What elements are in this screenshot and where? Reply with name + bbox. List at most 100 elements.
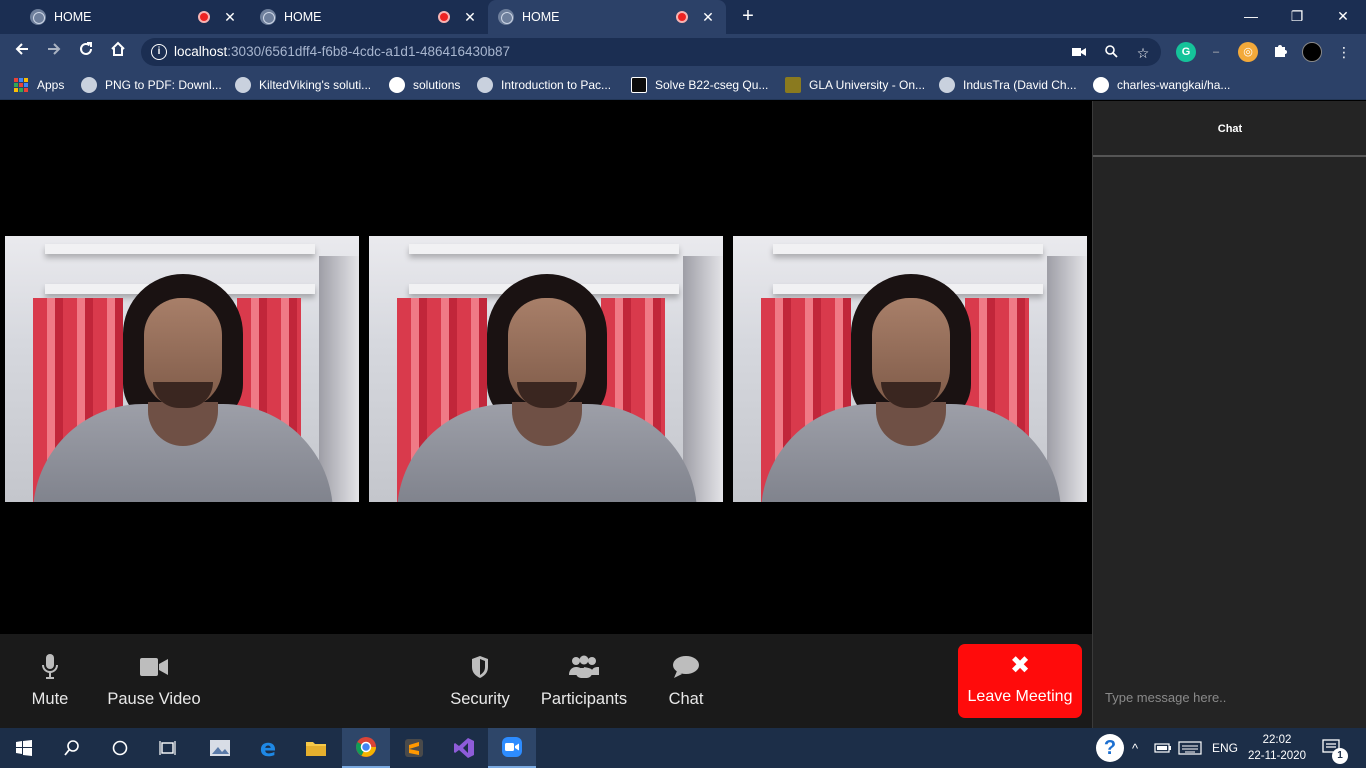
recording-indicator-icon bbox=[198, 11, 210, 23]
url-path: :3030/6561dff4-f6b8-4cdc-a1d1-486416430b… bbox=[227, 44, 511, 59]
globe-icon bbox=[498, 9, 514, 25]
restore-window-button[interactable]: ❐ bbox=[1274, 0, 1320, 32]
gla-icon bbox=[785, 77, 801, 93]
video-grid bbox=[0, 101, 1092, 634]
notifications-icon[interactable]: 1 bbox=[1322, 728, 1348, 768]
grammarly-icon[interactable]: G bbox=[1176, 42, 1196, 62]
chrome-icon[interactable] bbox=[342, 728, 390, 768]
reload-icon bbox=[80, 42, 92, 55]
new-tab-button[interactable]: + bbox=[737, 6, 759, 28]
profile-avatar[interactable] bbox=[1302, 42, 1322, 62]
bookmark-kiltedviking[interactable]: KiltedViking's soluti... bbox=[235, 76, 371, 94]
bookmark-label: KiltedViking's soluti... bbox=[259, 78, 372, 92]
windows-taskbar: e ? ^ ENG 22:02 22-11-2020 1 bbox=[0, 728, 1366, 768]
help-icon[interactable]: ? bbox=[1096, 728, 1124, 768]
zoom-icon[interactable] bbox=[1102, 44, 1120, 62]
home-button[interactable] bbox=[106, 40, 130, 64]
browser-tab-2[interactable]: HOME ✕ bbox=[248, 0, 488, 34]
bookmark-introduction[interactable]: Introduction to Pac... bbox=[477, 76, 611, 94]
chat-label: Chat bbox=[668, 690, 704, 708]
glasses-icon[interactable]: ◎ bbox=[1238, 42, 1258, 62]
photos-icon[interactable] bbox=[196, 728, 244, 768]
bookmark-label: charles-wangkai/ha... bbox=[1117, 78, 1231, 92]
video-tile-1 bbox=[5, 236, 359, 502]
video-tile-2 bbox=[369, 236, 723, 502]
close-tab-icon[interactable]: ✕ bbox=[462, 9, 478, 26]
sublime-text-icon[interactable] bbox=[390, 728, 438, 768]
video-camera-icon bbox=[140, 654, 168, 680]
security-label: Security bbox=[450, 690, 510, 708]
leave-meeting-button[interactable]: ✖ Leave Meeting bbox=[958, 644, 1082, 718]
leave-meeting-label: Leave Meeting bbox=[967, 688, 1073, 705]
bookmark-gla-university[interactable]: GLA University - On... bbox=[785, 76, 925, 94]
meeting-control-bar: Mute Pause Video Security Participants C… bbox=[0, 634, 1092, 728]
forward-button[interactable] bbox=[42, 40, 66, 64]
globe-icon bbox=[81, 77, 97, 93]
file-explorer-icon[interactable] bbox=[292, 728, 340, 768]
recording-indicator-icon bbox=[676, 11, 688, 23]
home-icon bbox=[111, 41, 125, 56]
battery-icon[interactable] bbox=[1154, 728, 1172, 768]
address-bar[interactable]: i localhost:3030/6561dff4-f6b8-4cdc-a1d1… bbox=[141, 38, 1161, 66]
bookmark-solutions[interactable]: solutions bbox=[389, 76, 460, 94]
url-host: localhost bbox=[174, 44, 228, 59]
visual-studio-icon[interactable] bbox=[440, 728, 488, 768]
bookmark-label: Solve B22-cseg Qu... bbox=[655, 78, 769, 92]
star-icon[interactable]: ☆ bbox=[1134, 44, 1152, 62]
globe-icon bbox=[477, 77, 493, 93]
reload-button[interactable] bbox=[74, 40, 98, 64]
security-button[interactable]: Security bbox=[444, 634, 516, 728]
bookmark-png-to-pdf[interactable]: PNG to PDF: Downl... bbox=[81, 76, 222, 94]
cortana-icon[interactable] bbox=[96, 728, 144, 768]
participants-label: Participants bbox=[540, 690, 628, 708]
task-view-icon[interactable] bbox=[144, 728, 192, 768]
browser-tab-1[interactable]: HOME ✕ bbox=[8, 0, 248, 34]
language-indicator[interactable]: ENG bbox=[1212, 728, 1238, 768]
close-tab-icon[interactable]: ✕ bbox=[700, 9, 716, 26]
bookmark-apps[interactable]: Apps bbox=[14, 76, 64, 94]
recording-indicator-icon bbox=[438, 11, 450, 23]
mute-label: Mute bbox=[31, 690, 69, 708]
globe-icon bbox=[260, 9, 276, 25]
search-icon[interactable] bbox=[48, 728, 96, 768]
pause-video-button[interactable]: Pause Video bbox=[104, 634, 204, 728]
address-url[interactable]: localhost:3030/6561dff4-f6b8-4cdc-a1d1-4… bbox=[174, 44, 510, 59]
close-window-button[interactable]: ✕ bbox=[1320, 0, 1366, 32]
close-tab-icon[interactable]: ✕ bbox=[222, 9, 238, 26]
camera-icon[interactable] bbox=[1070, 44, 1088, 62]
bookmark-charles-wangkai[interactable]: charles-wangkai/ha... bbox=[1093, 76, 1230, 94]
browser-tab-3[interactable]: HOME ✕ bbox=[488, 0, 726, 34]
participants-button[interactable]: Participants bbox=[536, 634, 632, 728]
bookmark-hackerrank[interactable]: Solve B22-cseg Qu... bbox=[631, 76, 768, 94]
mute-button[interactable]: Mute bbox=[14, 634, 86, 728]
chat-message-input[interactable] bbox=[1093, 679, 1366, 715]
bookmark-label: IndusTra (David Ch... bbox=[963, 78, 1077, 92]
keyboard-icon[interactable] bbox=[1178, 728, 1202, 768]
tab-title: HOME bbox=[284, 10, 322, 24]
edge-icon[interactable]: e bbox=[244, 728, 292, 768]
puzzle-icon[interactable] bbox=[1270, 42, 1290, 62]
chat-bubble-icon bbox=[672, 654, 700, 680]
chat-button[interactable]: Chat bbox=[656, 634, 716, 728]
globe-icon bbox=[939, 77, 955, 93]
system-clock[interactable]: 22:02 22-11-2020 bbox=[1246, 732, 1308, 764]
github-icon bbox=[389, 77, 405, 93]
clock-date: 22-11-2020 bbox=[1248, 750, 1306, 762]
back-button[interactable] bbox=[10, 40, 34, 64]
shield-icon bbox=[470, 654, 490, 680]
bookmark-label: Apps bbox=[37, 78, 65, 92]
zoom-icon[interactable] bbox=[488, 728, 536, 768]
pause-video-label: Pause Video bbox=[107, 690, 201, 708]
site-info-icon[interactable]: i bbox=[151, 44, 167, 60]
show-hidden-icons-icon[interactable]: ^ bbox=[1132, 728, 1138, 768]
video-tile-3 bbox=[733, 236, 1087, 502]
participants-icon bbox=[569, 654, 599, 680]
minimize-window-button[interactable]: — bbox=[1228, 0, 1274, 32]
windows-start-icon[interactable] bbox=[0, 728, 48, 768]
dash-icon[interactable]: – bbox=[1206, 42, 1226, 62]
chat-panel-title: Chat bbox=[1093, 101, 1366, 157]
bookmark-label: Introduction to Pac... bbox=[501, 78, 612, 92]
bookmark-industra[interactable]: IndusTra (David Ch... bbox=[939, 76, 1077, 94]
globe-icon bbox=[235, 77, 251, 93]
menu-icon[interactable]: ⋮ bbox=[1334, 42, 1354, 62]
